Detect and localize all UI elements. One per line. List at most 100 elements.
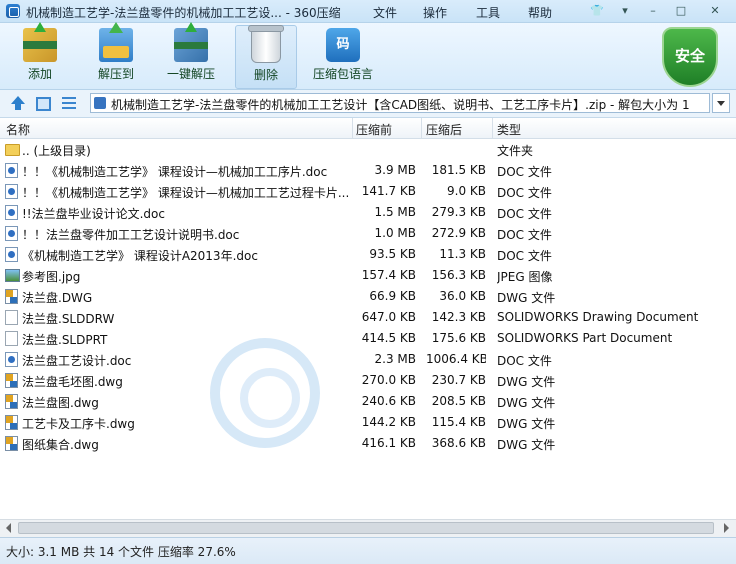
horizontal-scrollbar[interactable]	[0, 519, 736, 537]
thumbnail-view-icon[interactable]	[36, 97, 51, 111]
close-icon[interactable]: ✕	[704, 3, 726, 19]
file-name: !!法兰盘毕业设计论文.doc	[22, 207, 165, 221]
up-arrow-icon[interactable]	[10, 95, 26, 111]
column-type[interactable]: 类型	[497, 121, 521, 138]
file-type: DOC 文件	[497, 249, 552, 263]
doc-file-icon	[5, 226, 18, 241]
extract-to-label: 解压到	[97, 67, 134, 81]
file-size: 1.5 MB	[374, 205, 416, 219]
one-click-extract-button[interactable]: 一键解压	[161, 22, 221, 87]
file-name: ！！《机械制造工艺学》 课程设计—机械加工工序片.doc	[22, 165, 328, 179]
doc-file-icon	[5, 247, 18, 262]
file-compressed-size: 272.9 KB	[431, 226, 486, 240]
file-row[interactable]: 《机械制造工艺学》 课程设计A2013年.doc 93.5 KB 11.3 KB DO…	[0, 244, 736, 265]
file-name: ！！《机械制造工艺学》 课程设计—机械加工工艺过程卡片...	[22, 186, 350, 200]
minimize-icon[interactable]: –	[642, 3, 664, 19]
file-size: 416.1 KB	[361, 436, 416, 450]
file-type: DWG 文件	[497, 417, 556, 431]
file-name: 法兰盘图.dwg	[22, 396, 99, 410]
extract-to-icon	[99, 22, 133, 62]
file-size: 414.5 KB	[361, 331, 416, 345]
file-row[interactable]: ！！《机械制造工艺学》 课程设计—机械加工工序片.doc 3.9 MB 181.5 …	[0, 160, 736, 181]
scroll-thumb[interactable]	[18, 522, 714, 534]
file-type: DOC 文件	[497, 354, 552, 368]
file-name: .. (上级目录)	[22, 144, 91, 158]
dwg-file-icon	[5, 373, 18, 388]
file-compressed-size: 36.0 KB	[439, 289, 486, 303]
security-shield-button[interactable]: 安全	[662, 27, 718, 87]
file-compressed-size: 142.3 KB	[431, 310, 486, 324]
extract-to-button[interactable]: 解压到	[86, 22, 146, 87]
file-compressed-size: 1006.4 KB	[426, 352, 486, 366]
trash-icon	[248, 25, 284, 63]
file-row[interactable]: 参考图.jpg 157.4 KB 156.3 KB JPEG 图像	[0, 265, 736, 286]
file-compressed-size: 175.6 KB	[431, 331, 486, 345]
file-compressed-size: 181.5 KB	[431, 163, 486, 177]
file-row[interactable]: 法兰盘.DWG 66.9 KB 36.0 KB DWG 文件	[0, 286, 736, 307]
file-row[interactable]: 法兰盘工艺设计.doc 2.3 MB 1006.4 KB DOC 文件	[0, 349, 736, 370]
file-type: DWG 文件	[497, 291, 556, 305]
one-click-extract-label: 一键解压	[166, 67, 215, 81]
menu-file[interactable]: 文件	[373, 4, 397, 21]
scroll-right-icon[interactable]	[724, 523, 729, 533]
doc-file-icon	[5, 184, 18, 199]
archive-language-button[interactable]: 码 压缩包语言	[308, 25, 378, 87]
list-view-icon[interactable]	[62, 95, 78, 111]
skin-icon[interactable]: 👕	[586, 3, 608, 19]
file-name: 法兰盘毛坯图.dwg	[22, 375, 123, 389]
maximize-icon[interactable]: □	[670, 3, 692, 19]
file-compressed-size: 230.7 KB	[431, 373, 486, 387]
status-text: 大小: 3.1 MB 共 14 个文件 压缩率 27.6%	[6, 545, 236, 559]
file-row[interactable]: .. (上级目录) 文件夹	[0, 139, 736, 160]
path-text: 机械制造工艺学-法兰盘零件的机械加工工艺设计【含CAD图纸、说明书、工艺工序卡片…	[111, 98, 690, 112]
file-type: DOC 文件	[497, 207, 552, 221]
file-type: DOC 文件	[497, 228, 552, 242]
menu-operation[interactable]: 操作	[423, 4, 447, 21]
file-type: JPEG 图像	[497, 270, 553, 284]
file-row[interactable]: 法兰盘图.dwg 240.6 KB 208.5 KB DWG 文件	[0, 391, 736, 412]
column-name[interactable]: 名称	[6, 121, 30, 138]
file-name: 法兰盘.SLDPRT	[22, 333, 108, 347]
file-type: DWG 文件	[497, 438, 556, 452]
delete-label: 删除	[253, 68, 278, 82]
file-row[interactable]: 图纸集合.dwg 416.1 KB 368.6 KB DWG 文件	[0, 433, 736, 454]
file-row[interactable]: !!法兰盘毕业设计论文.doc 1.5 MB 279.3 KB DOC 文件	[0, 202, 736, 223]
file-name: 法兰盘.DWG	[22, 291, 93, 305]
doc-file-icon	[5, 163, 18, 178]
file-size: 2.3 MB	[374, 352, 416, 366]
file-size: 66.9 KB	[369, 289, 416, 303]
add-button[interactable]: 添加	[10, 22, 70, 87]
path-dropdown-button[interactable]	[712, 93, 730, 113]
doc-file-icon	[5, 352, 18, 367]
file-size: 144.2 KB	[361, 415, 416, 429]
file-row[interactable]: 法兰盘毛坯图.dwg 270.0 KB 230.7 KB DWG 文件	[0, 370, 736, 391]
file-size: 3.9 MB	[374, 163, 416, 177]
file-size: 647.0 KB	[361, 310, 416, 324]
column-compressed[interactable]: 压缩后	[426, 121, 462, 138]
file-name: ！！法兰盘零件加工工艺设计说明书.doc	[22, 228, 240, 242]
file-compressed-size: 208.5 KB	[431, 394, 486, 408]
path-input[interactable]: 机械制造工艺学-法兰盘零件的机械加工工艺设计【含CAD图纸、说明书、工艺工序卡片…	[90, 93, 710, 113]
file-row[interactable]: ！！法兰盘零件加工工艺设计说明书.doc 1.0 MB 272.9 KB DOC 文件	[0, 223, 736, 244]
file-size: 93.5 KB	[369, 247, 416, 261]
folder-icon	[5, 144, 20, 156]
file-row[interactable]: ！！《机械制造工艺学》 课程设计—机械加工工艺过程卡片... 141.7 KB 9.…	[0, 181, 736, 202]
dwg-file-icon	[5, 436, 18, 451]
menu-tools[interactable]: 工具	[476, 4, 500, 21]
file-size: 240.6 KB	[361, 394, 416, 408]
doc-file-icon	[5, 205, 18, 220]
file-size: 157.4 KB	[361, 268, 416, 282]
menu-icon[interactable]: ▾	[614, 3, 636, 19]
file-row[interactable]: 法兰盘.SLDDRW 647.0 KB 142.3 KB SOLIDWORKS Dra…	[0, 307, 736, 328]
file-type: SOLIDWORKS Drawing Document	[497, 310, 699, 324]
file-row[interactable]: 工艺卡及工序卡.dwg 144.2 KB 115.4 KB DWG 文件	[0, 412, 736, 433]
column-size[interactable]: 压缩前	[356, 121, 392, 138]
file-compressed-size: 279.3 KB	[431, 205, 486, 219]
dwg-file-icon	[5, 394, 18, 409]
file-row[interactable]: 法兰盘.SLDPRT 414.5 KB 175.6 KB SOLIDWORKS Par…	[0, 328, 736, 349]
file-icon	[5, 310, 18, 325]
file-type: DWG 文件	[497, 396, 556, 410]
scroll-left-icon[interactable]	[6, 523, 11, 533]
delete-button[interactable]: 删除	[235, 25, 297, 89]
menu-help[interactable]: 帮助	[528, 4, 552, 21]
